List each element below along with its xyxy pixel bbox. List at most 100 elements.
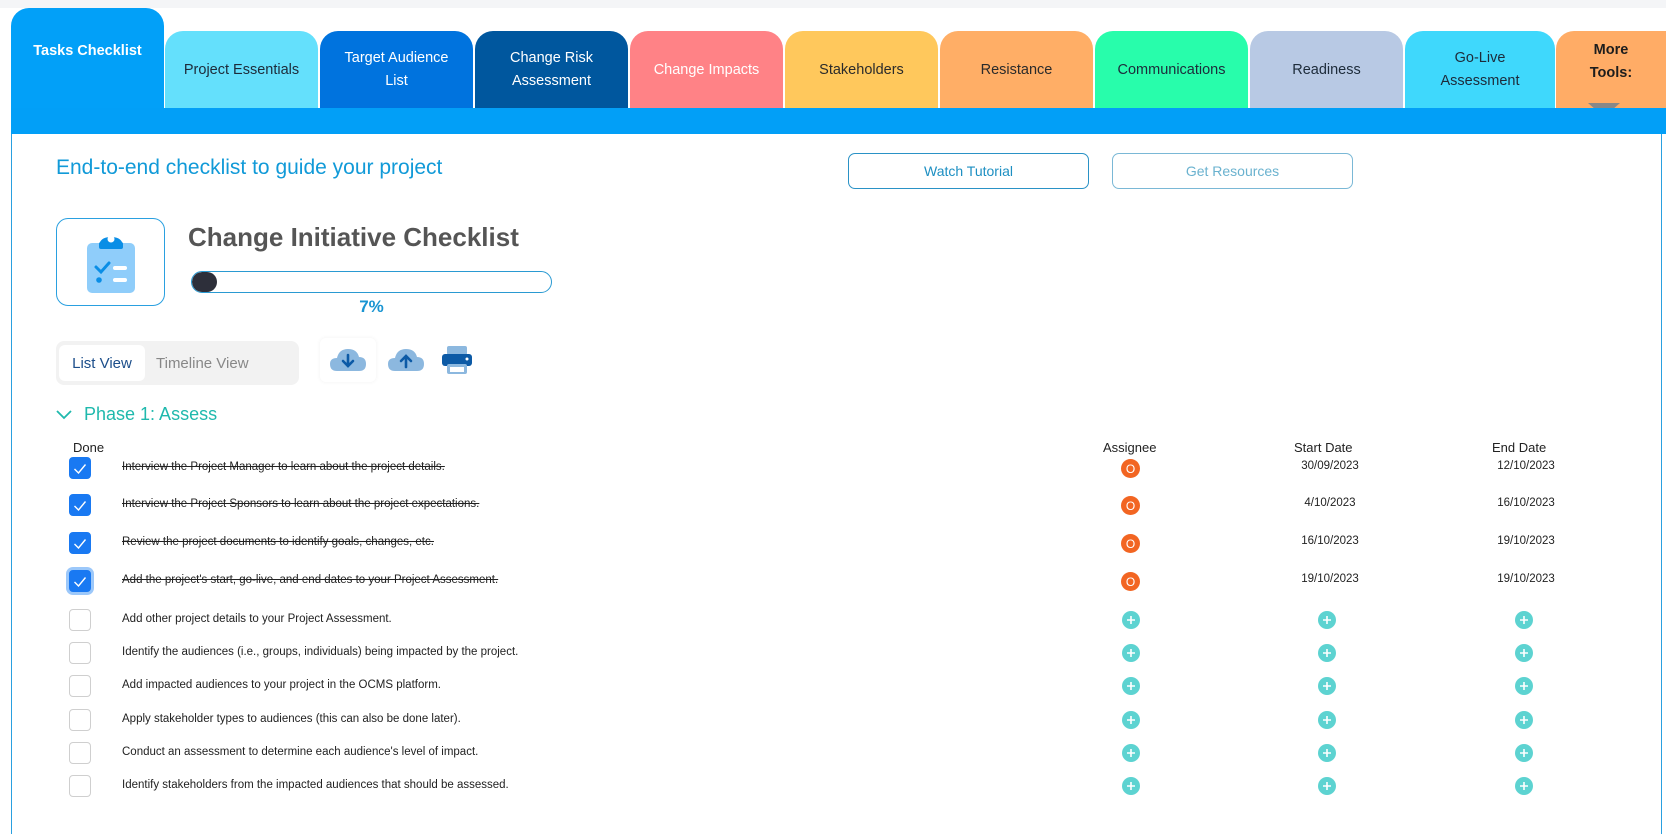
end-date[interactable]: 19/10/2023 [1471,573,1581,585]
start-date[interactable]: 30/09/2023 [1275,460,1385,472]
plus-icon [1127,782,1135,790]
task-done-checkbox[interactable] [69,457,91,479]
plus-icon [1520,749,1528,757]
tab-go-live-assessment[interactable]: Go-Live Assessment [1405,31,1555,109]
task-row: Identify the audiences (i.e., groups, in… [0,638,1666,668]
tab-label: Resistance [980,61,1053,78]
clipboard-check-icon [86,235,135,293]
end-date[interactable]: 19/10/2023 [1471,535,1581,547]
progress-percent: 7% [359,297,384,316]
download-button[interactable] [320,338,376,382]
add-end-date-button[interactable] [1515,744,1533,762]
task-row: Add other project details to your Projec… [0,605,1666,635]
task-text: Apply stakeholder types to audiences (th… [122,713,461,725]
add-end-date-button[interactable] [1515,711,1533,729]
task-text: Interview the Project Manager to learn a… [122,461,445,473]
timeline-view-tab[interactable]: Timeline View [156,345,249,381]
assignee-avatar[interactable]: O [1121,496,1140,515]
add-start-date-button[interactable] [1318,777,1336,795]
add-assignee-button[interactable] [1122,744,1140,762]
end-date[interactable]: 16/10/2023 [1471,497,1581,509]
task-row: Apply stakeholder types to audiences (th… [0,705,1666,735]
task-row: Add the project's start, go-live, and en… [0,566,1666,596]
tab-project-essentials[interactable]: Project Essentials [165,31,318,109]
printer-icon [442,346,472,374]
add-assignee-button[interactable] [1122,777,1140,795]
task-row: Identify stakeholders from the impacted … [0,771,1666,801]
checkmark-icon [74,538,87,549]
task-done-checkbox[interactable] [69,570,91,592]
task-row: Interview the Project Sponsors to learn … [0,490,1666,520]
tab-change-impacts[interactable]: Change Impacts [630,31,783,109]
task-done-checkbox[interactable] [69,742,91,764]
task-text: Add the project's start, go-live, and en… [122,574,499,586]
tab-target-audience-list[interactable]: Target Audience List [320,31,473,109]
add-end-date-button[interactable] [1515,677,1533,695]
plus-icon [1520,716,1528,724]
assignee-avatar[interactable]: O [1121,572,1140,591]
assignee-avatar[interactable]: O [1121,459,1140,478]
add-assignee-button[interactable] [1122,644,1140,662]
add-start-date-button[interactable] [1318,744,1336,762]
add-start-date-button[interactable] [1318,611,1336,629]
plus-icon [1323,616,1331,624]
task-row: Review the project documents to identify… [0,528,1666,558]
add-start-date-button[interactable] [1318,711,1336,729]
tab-bar [11,108,1666,134]
watch-tutorial-button[interactable]: Watch Tutorial [848,153,1089,189]
assignee-avatar[interactable]: O [1121,534,1140,553]
start-date[interactable]: 19/10/2023 [1275,573,1385,585]
task-done-checkbox[interactable] [69,675,91,697]
plus-icon [1323,649,1331,657]
print-button[interactable] [429,338,485,382]
task-row: Add impacted audiences to your project i… [0,671,1666,701]
plus-icon [1323,682,1331,690]
start-date[interactable]: 4/10/2023 [1275,497,1385,509]
tab-change-risk-assessment[interactable]: Change Risk Assessment [475,31,628,109]
end-date[interactable]: 12/10/2023 [1471,460,1581,472]
plus-icon [1323,749,1331,757]
tab-label: Change Impacts [653,61,760,78]
list-view-tab[interactable]: List View [59,345,145,381]
view-toggle: List View Timeline View [56,341,299,385]
tab-communications[interactable]: Communications [1095,31,1248,109]
tab-readiness[interactable]: Readiness [1250,31,1403,109]
plus-icon [1127,616,1135,624]
tab-label: Communications [1117,61,1226,78]
page-subtitle: End-to-end checklist to guide your proje… [56,156,443,179]
add-end-date-button[interactable] [1515,644,1533,662]
task-done-checkbox[interactable] [69,494,91,516]
add-end-date-button[interactable] [1515,611,1533,629]
tab-resistance[interactable]: Resistance [940,31,1093,109]
task-done-checkbox[interactable] [69,532,91,554]
task-row: Interview the Project Manager to learn a… [0,453,1666,483]
plus-icon [1520,616,1528,624]
start-date[interactable]: 16/10/2023 [1275,535,1385,547]
task-text: Add impacted audiences to your project i… [122,679,441,691]
plus-icon [1323,716,1331,724]
add-assignee-button[interactable] [1122,611,1140,629]
task-done-checkbox[interactable] [69,609,91,631]
cloud-upload-icon [388,349,424,371]
task-text: Identify the audiences (i.e., groups, in… [122,646,519,658]
get-resources-button[interactable]: Get Resources [1112,153,1353,189]
checklist-title: Change Initiative Checklist [188,222,519,252]
task-done-checkbox[interactable] [69,642,91,664]
tab-stakeholders[interactable]: Stakeholders [785,31,938,109]
add-start-date-button[interactable] [1318,677,1336,695]
checkmark-icon [74,463,87,474]
task-text: Interview the Project Sponsors to learn … [122,498,480,510]
phase-title: Phase 1: Assess [84,404,218,424]
upload-button[interactable] [378,338,434,382]
phase-1-toggle[interactable]: Phase 1: Assess [56,404,217,425]
add-assignee-button[interactable] [1122,677,1140,695]
tab-tasks-checklist[interactable]: Tasks Checklist [11,8,164,109]
task-done-checkbox[interactable] [69,709,91,731]
tab-label: Tasks Checklist [33,43,142,59]
plus-icon [1127,716,1135,724]
task-done-checkbox[interactable] [69,775,91,797]
task-text: Review the project documents to identify… [122,536,434,548]
add-end-date-button[interactable] [1515,777,1533,795]
add-start-date-button[interactable] [1318,644,1336,662]
add-assignee-button[interactable] [1122,711,1140,729]
